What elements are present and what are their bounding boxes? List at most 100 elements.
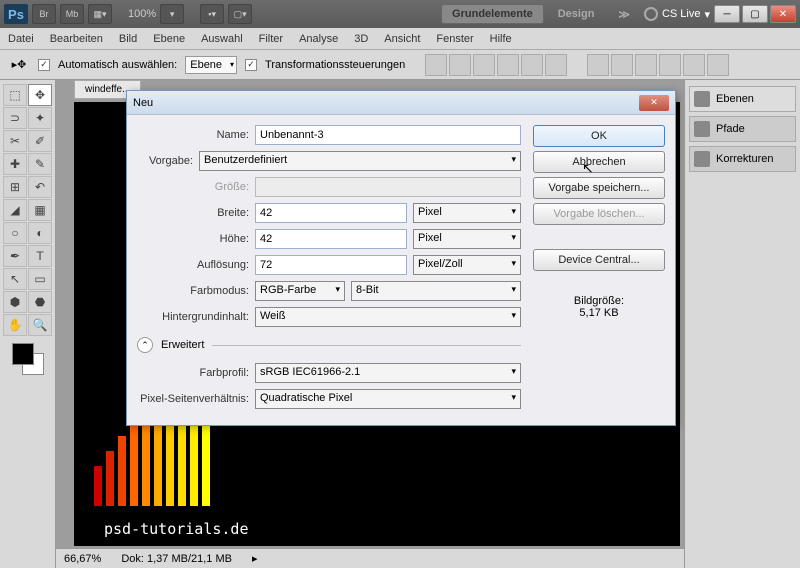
dist-icon[interactable]	[635, 54, 657, 76]
aufl-unit[interactable]: Pixel/Zoll	[413, 255, 521, 275]
tool-3dcam[interactable]: ⬣	[28, 291, 52, 313]
minimize-button[interactable]: ─	[714, 5, 740, 23]
frames-button[interactable]: ▦▾	[88, 4, 112, 24]
adjustments-icon	[694, 151, 710, 167]
align-icon[interactable]	[449, 54, 471, 76]
vorgabe-label: Vorgabe:	[137, 155, 193, 167]
status-zoom[interactable]: 66,67%	[64, 553, 101, 565]
bildgroesse-label: Bildgröße:	[533, 295, 665, 307]
menu-fenster[interactable]: Fenster	[436, 33, 473, 45]
dist-icon[interactable]	[611, 54, 633, 76]
align-icon[interactable]	[545, 54, 567, 76]
farb-select[interactable]: RGB-Farbe	[255, 281, 345, 301]
aufl-label: Auflösung:	[137, 259, 249, 271]
color-swatch[interactable]	[12, 343, 44, 375]
align-icon[interactable]	[521, 54, 543, 76]
tool-brush[interactable]: ✎	[28, 153, 52, 175]
tool-move[interactable]: ✥	[28, 84, 52, 106]
workspace-more[interactable]: ≫	[608, 5, 640, 24]
vorgabe-select[interactable]: Benutzerdefiniert	[199, 151, 521, 171]
dialog-close-button[interactable]: ✕	[639, 95, 669, 111]
zoom-dd[interactable]: ▾	[160, 4, 184, 24]
tool-crop[interactable]: ✂	[3, 130, 27, 152]
panel-ebenen[interactable]: Ebenen	[689, 86, 796, 112]
align-icon[interactable]	[425, 54, 447, 76]
tool-blur[interactable]: ○	[3, 222, 27, 244]
menu-bearbeiten[interactable]: Bearbeiten	[50, 33, 103, 45]
align-icon[interactable]	[473, 54, 495, 76]
tool-eraser[interactable]: ◢	[3, 199, 27, 221]
tool-marquee[interactable]: ⬚	[3, 84, 27, 106]
tool-shape[interactable]: ▭	[28, 268, 52, 290]
paths-icon	[694, 121, 710, 137]
tool-zoom[interactable]: 🔍	[28, 314, 52, 336]
groesse-select	[255, 177, 521, 197]
layers-icon	[694, 91, 710, 107]
dist-icon[interactable]	[587, 54, 609, 76]
menu-hilfe[interactable]: Hilfe	[490, 33, 512, 45]
menu-ebene[interactable]: Ebene	[153, 33, 185, 45]
tool-eyedrop[interactable]: ✐	[28, 130, 52, 152]
pixelsv-label: Pixel-Seitenverhältnis:	[137, 393, 249, 405]
maximize-button[interactable]: ▢	[742, 5, 768, 23]
tool-history[interactable]: ↶	[28, 176, 52, 198]
mb-button[interactable]: Mb	[60, 4, 84, 24]
tool-pen[interactable]: ✒	[3, 245, 27, 267]
auto-select-checkbox[interactable]: ✓	[38, 59, 50, 71]
profil-label: Farbprofil:	[137, 367, 249, 379]
menu-datei[interactable]: Datei	[8, 33, 34, 45]
dist-icon[interactable]	[683, 54, 705, 76]
tool-lasso[interactable]: ⊃	[3, 107, 27, 129]
erweitert-toggle[interactable]: ⌃	[137, 337, 153, 353]
auto-select-dropdown[interactable]: Ebene	[185, 56, 237, 74]
save-preset-button[interactable]: Vorgabe speichern...	[533, 177, 665, 199]
ps-logo: Ps	[4, 4, 28, 24]
panel-pfade[interactable]: Pfade	[689, 116, 796, 142]
aufl-input[interactable]	[255, 255, 407, 275]
transform-checkbox[interactable]: ✓	[245, 59, 257, 71]
tool-text[interactable]: T	[28, 245, 52, 267]
name-input[interactable]	[255, 125, 521, 145]
tool-gradient[interactable]: ▦	[28, 199, 52, 221]
move-tool-icon: ▸✥	[8, 54, 30, 76]
hoehe-unit[interactable]: Pixel	[413, 229, 521, 249]
breite-input[interactable]	[255, 203, 407, 223]
workspace-design[interactable]: Design	[548, 5, 605, 23]
zoom-level[interactable]: 100%	[128, 8, 156, 20]
tool-heal[interactable]: ✚	[3, 153, 27, 175]
hinter-select[interactable]: Weiß	[255, 307, 521, 327]
bit-select[interactable]: 8-Bit	[351, 281, 521, 301]
close-button[interactable]: ✕	[770, 5, 796, 23]
ok-button[interactable]: OK	[533, 125, 665, 147]
profil-select[interactable]: sRGB IEC61966-2.1	[255, 363, 521, 383]
menu-bild[interactable]: Bild	[119, 33, 137, 45]
device-central-button[interactable]: Device Central...	[533, 249, 665, 271]
menu-ansicht[interactable]: Ansicht	[384, 33, 420, 45]
hoehe-input[interactable]	[255, 229, 407, 249]
tool-stamp[interactable]: ⊞	[3, 176, 27, 198]
cslive-button[interactable]: CS Live ▾	[644, 7, 710, 21]
menu-auswahl[interactable]: Auswahl	[201, 33, 243, 45]
panel-korrekturen[interactable]: Korrekturen	[689, 146, 796, 172]
cancel-button[interactable]: Abbrechen	[533, 151, 665, 173]
breite-unit[interactable]: Pixel	[413, 203, 521, 223]
align-icon[interactable]	[497, 54, 519, 76]
tool-3d[interactable]: ⬢	[3, 291, 27, 313]
screen-button[interactable]: ▢▾	[228, 4, 252, 24]
workspace-grundelemente[interactable]: Grundelemente	[441, 4, 544, 24]
tool-path[interactable]: ↖	[3, 268, 27, 290]
tool-wand[interactable]: ✦	[28, 107, 52, 129]
menu-analyse[interactable]: Analyse	[299, 33, 338, 45]
menu-3d[interactable]: 3D	[354, 33, 368, 45]
br-button[interactable]: Br	[32, 4, 56, 24]
menu-filter[interactable]: Filter	[259, 33, 283, 45]
tool-dodge[interactable]: ◐	[28, 222, 52, 244]
dist-icon[interactable]	[707, 54, 729, 76]
pixelsv-select[interactable]: Quadratische Pixel	[255, 389, 521, 409]
dist-icon[interactable]	[659, 54, 681, 76]
tool-hand[interactable]: ✋	[3, 314, 27, 336]
breite-label: Breite:	[137, 207, 249, 219]
hinter-label: Hintergrundinhalt:	[137, 311, 249, 323]
view-button[interactable]: ▪▾	[200, 4, 224, 24]
name-label: Name:	[137, 129, 249, 141]
